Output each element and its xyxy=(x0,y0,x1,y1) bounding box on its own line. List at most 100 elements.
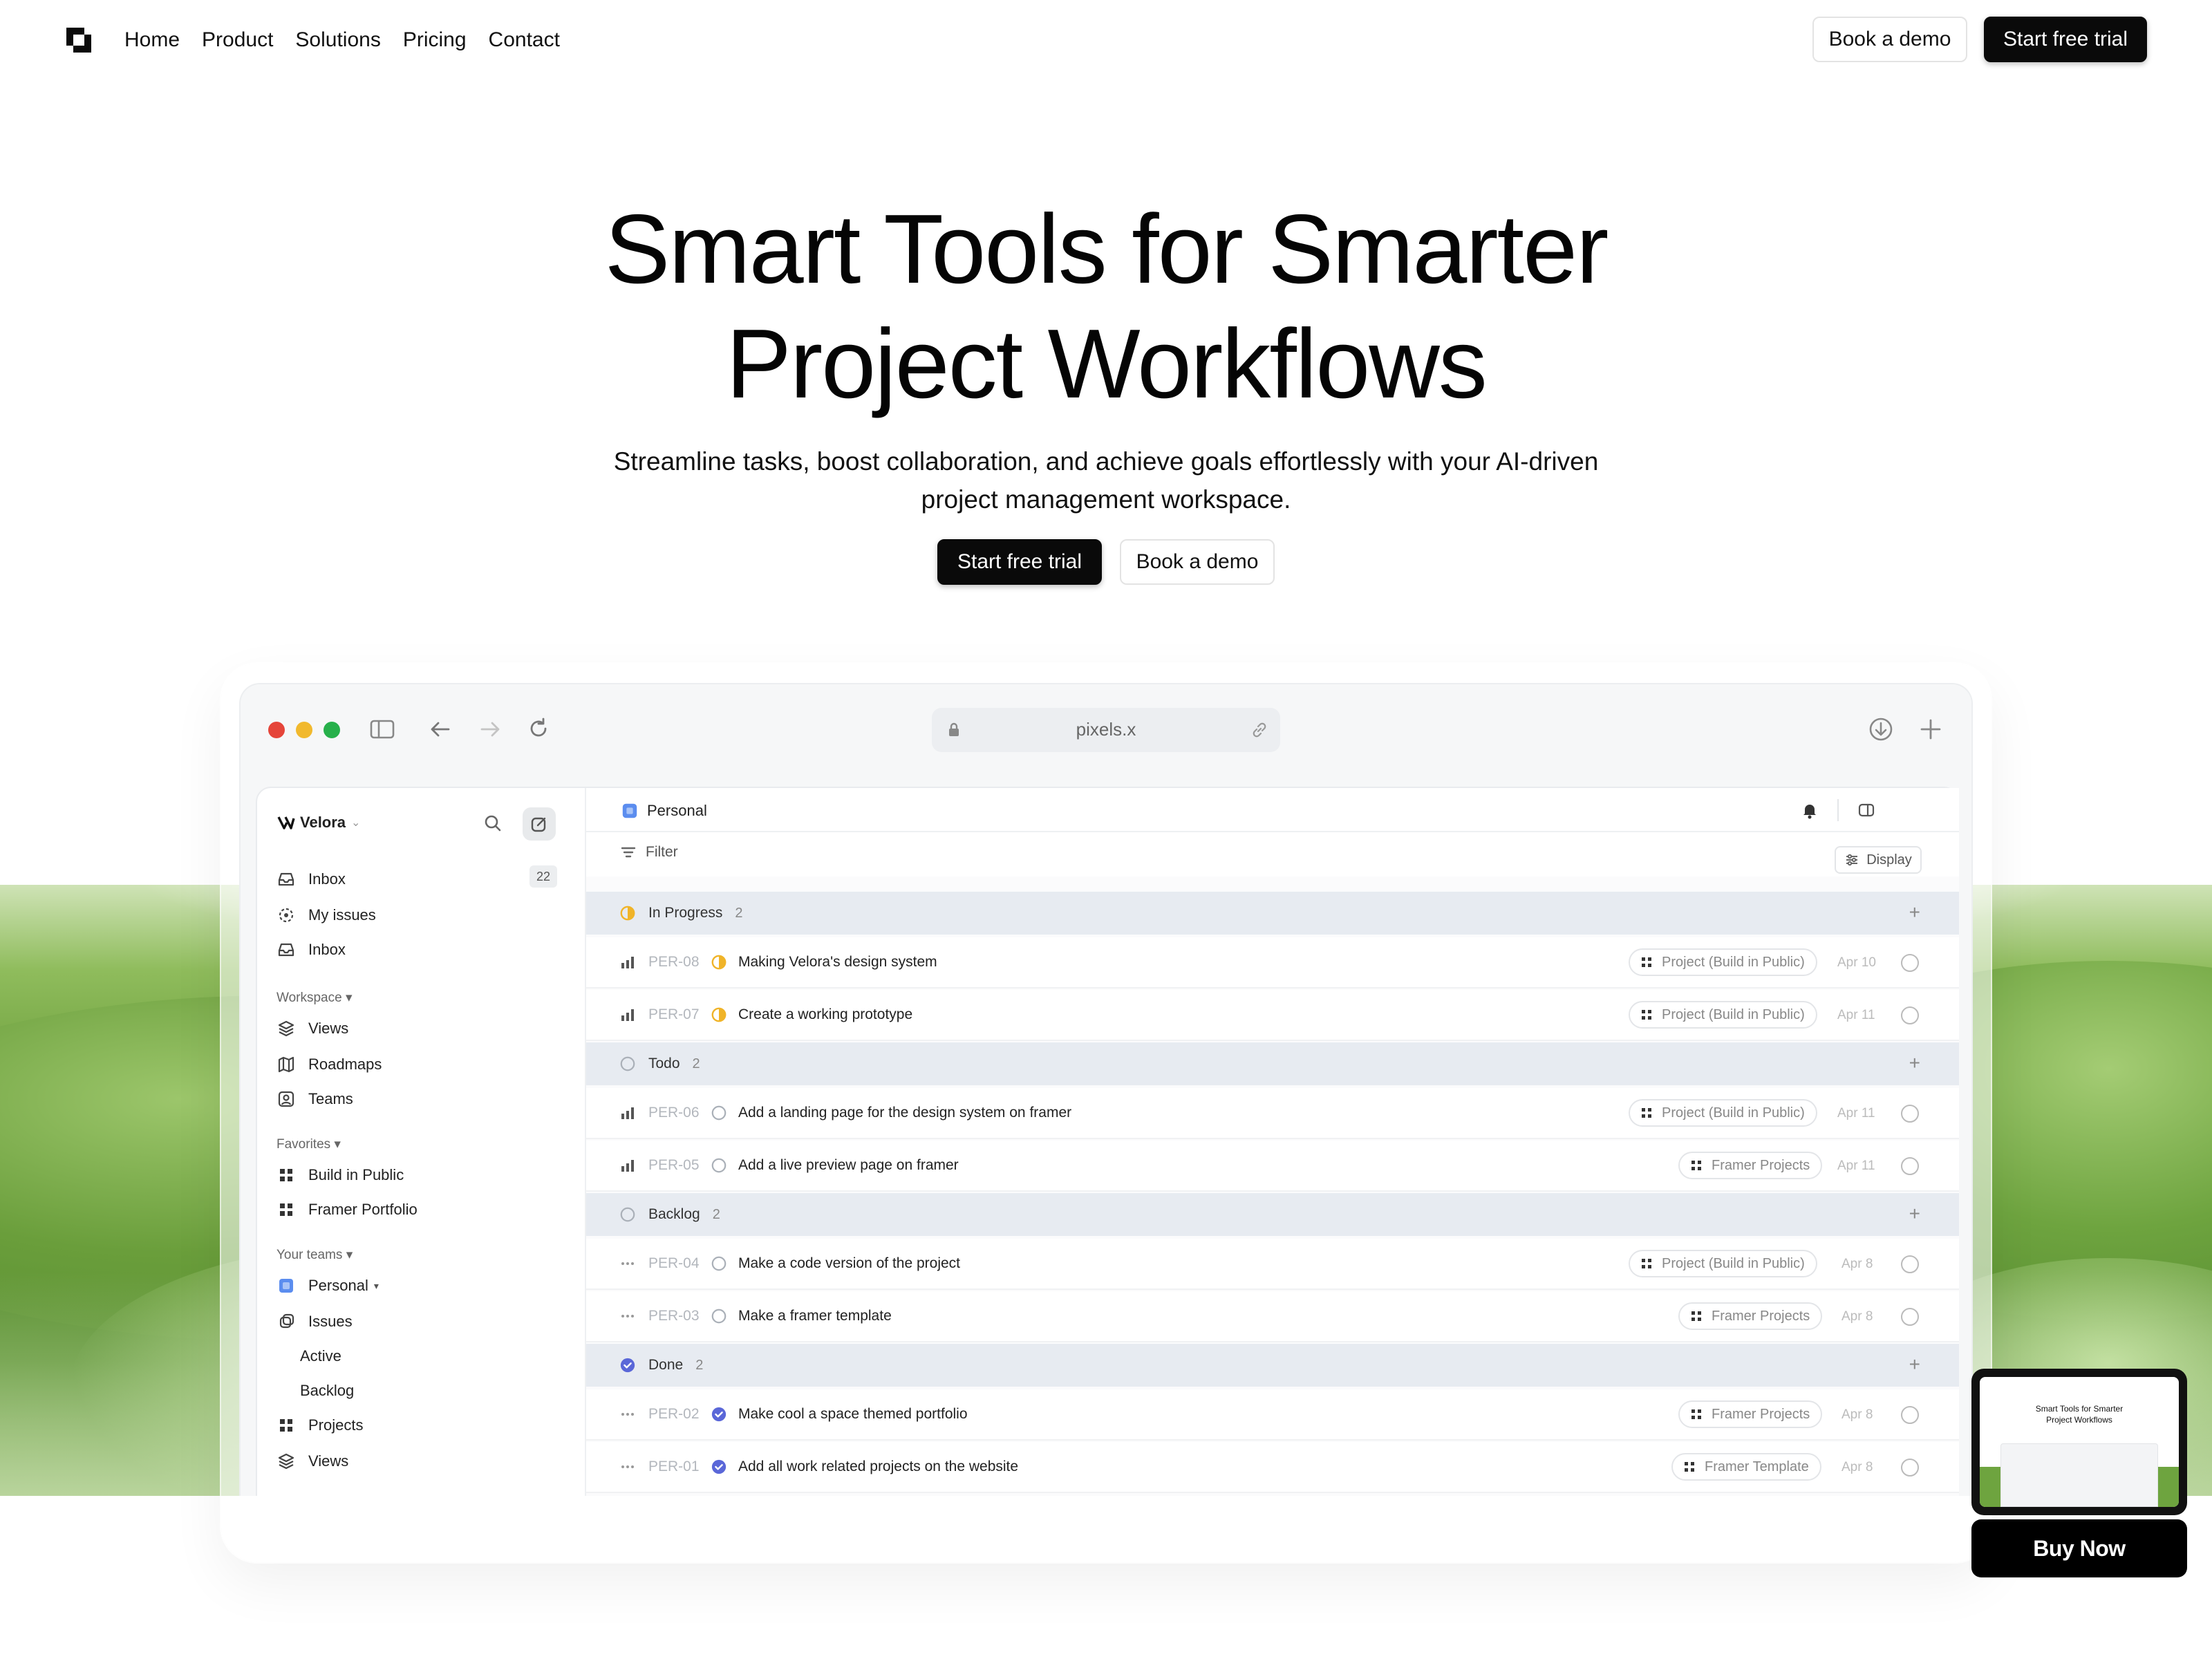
due-date: Apr 11 xyxy=(1837,1159,1875,1173)
project-tag[interactable]: Project (Build in Public) xyxy=(1629,1001,1817,1029)
assignee-avatar-icon[interactable] xyxy=(1901,1006,1919,1024)
done-status-icon[interactable] xyxy=(711,1459,727,1475)
in-progress-status-icon[interactable] xyxy=(711,954,727,971)
sidebar-item-label: Build in Public xyxy=(308,1166,404,1183)
group-header-done[interactable]: Done 2 + xyxy=(586,1344,1959,1387)
project-tag[interactable]: Framer Template xyxy=(1671,1453,1821,1481)
issue-row[interactable]: PER-02 Make cool a space themed portfolio… xyxy=(586,1389,1959,1441)
start-trial-button[interactable]: Start free trial xyxy=(1984,17,2147,62)
nav-link-product[interactable]: Product xyxy=(202,26,273,54)
sidebar-toggle-icon[interactable] xyxy=(368,715,397,744)
filter-button[interactable]: Filter xyxy=(619,843,678,861)
display-button[interactable]: Display xyxy=(1835,846,1922,874)
nav-link-contact[interactable]: Contact xyxy=(489,26,560,54)
issue-row[interactable]: PER-06 Add a landing page for the design … xyxy=(586,1088,1959,1139)
compose-button[interactable] xyxy=(523,807,556,841)
nav-link-solutions[interactable]: Solutions xyxy=(295,26,380,54)
brand-logo-icon[interactable] xyxy=(65,26,93,54)
panel-toggle-icon[interactable] xyxy=(1857,800,1876,820)
sidebar-item-build-in-public[interactable]: Build in Public xyxy=(276,1161,404,1189)
group-header-backlog[interactable]: Backlog 2 + xyxy=(586,1193,1959,1236)
project-tag[interactable]: Framer Projects xyxy=(1678,1152,1823,1179)
project-tag[interactable]: Project (Build in Public) xyxy=(1629,1099,1817,1127)
issue-row[interactable]: PER-01 Add all work related projects on t… xyxy=(586,1442,1959,1493)
project-tag[interactable]: Project (Build in Public) xyxy=(1629,1250,1817,1277)
assignee-avatar-icon[interactable] xyxy=(1901,1255,1919,1273)
template-preview-thumbnail[interactable]: Smart Tools for Smarter Project Workflow… xyxy=(1971,1369,2187,1515)
sidebar-item-backlog[interactable]: Backlog xyxy=(300,1377,354,1405)
assignee-avatar-icon[interactable] xyxy=(1901,1308,1919,1326)
in-progress-status-icon[interactable] xyxy=(711,1006,727,1023)
sidebar-item-my-issues[interactable]: My issues xyxy=(276,901,376,929)
sidebar-item-inbox[interactable]: Inbox xyxy=(276,865,346,893)
group-count: 2 xyxy=(712,1206,720,1222)
issue-row[interactable]: PER-03 Make a framer template Framer Proje… xyxy=(586,1291,1959,1342)
buy-now-button[interactable]: Buy Now xyxy=(1971,1519,2187,1577)
panel-title: Personal xyxy=(647,802,707,819)
issue-row[interactable]: PER-08 Making Velora's design system Proje… xyxy=(586,937,1959,988)
issue-row[interactable]: PER-04 Make a code version of the project… xyxy=(586,1239,1959,1290)
hero-title-line1: Smart Tools for Smarter xyxy=(604,194,1609,304)
search-icon[interactable] xyxy=(482,813,503,834)
new-tab-plus-icon[interactable] xyxy=(1916,715,1945,744)
priority-icon[interactable] xyxy=(619,1406,636,1423)
hero-start-trial-button[interactable]: Start free trial xyxy=(937,539,1102,585)
assignee-avatar-icon[interactable] xyxy=(1901,1105,1919,1123)
nav-link-pricing[interactable]: Pricing xyxy=(403,26,467,54)
priority-icon[interactable] xyxy=(619,1459,636,1475)
sidebar-item-projects[interactable]: Projects xyxy=(276,1412,363,1439)
priority-icon[interactable] xyxy=(619,1255,636,1272)
close-window-dot[interactable] xyxy=(268,722,285,738)
hero-book-demo-button[interactable]: Book a demo xyxy=(1120,539,1275,585)
book-demo-button[interactable]: Book a demo xyxy=(1812,17,1967,62)
sidebar-item-issues[interactable]: Issues xyxy=(276,1308,353,1335)
minimize-window-dot[interactable] xyxy=(296,722,312,738)
done-status-icon[interactable] xyxy=(711,1406,727,1423)
todo-status-icon[interactable] xyxy=(711,1157,727,1174)
priority-icon[interactable] xyxy=(619,1006,636,1023)
sidebar-team-personal[interactable]: Personal ▾ xyxy=(276,1272,379,1300)
add-issue-plus-icon[interactable]: + xyxy=(1909,903,1920,922)
priority-icon[interactable] xyxy=(619,1157,636,1174)
priority-icon[interactable] xyxy=(619,1308,636,1324)
forward-arrow-icon[interactable] xyxy=(476,715,505,744)
maximize-window-dot[interactable] xyxy=(324,722,340,738)
workspace-section-heading[interactable]: Workspace ▾ xyxy=(276,990,353,1006)
back-arrow-icon[interactable] xyxy=(426,715,455,744)
add-issue-plus-icon[interactable]: + xyxy=(1909,1204,1920,1224)
group-header-todo[interactable]: Todo 2 + xyxy=(586,1042,1959,1085)
project-tag[interactable]: Framer Projects xyxy=(1678,1400,1823,1428)
url-bar[interactable]: pixels.x xyxy=(932,708,1280,752)
add-issue-plus-icon[interactable]: + xyxy=(1909,1355,1920,1374)
link-icon[interactable] xyxy=(1250,720,1269,740)
assignee-avatar-icon[interactable] xyxy=(1901,1157,1919,1175)
todo-status-icon[interactable] xyxy=(711,1105,727,1121)
download-icon[interactable] xyxy=(1866,715,1895,744)
group-header-in-progress[interactable]: In Progress 2 + xyxy=(586,892,1959,935)
sidebar-item-framer-portfolio[interactable]: Framer Portfolio xyxy=(276,1196,418,1224)
issue-row[interactable]: PER-05 Add a live preview page on framer F… xyxy=(586,1141,1959,1192)
issue-row[interactable]: PER-07 Create a working prototype Project … xyxy=(586,990,1959,1041)
backlog-status-icon[interactable] xyxy=(711,1308,727,1324)
sidebar-item-teams[interactable]: Teams xyxy=(276,1085,353,1113)
assignee-avatar-icon[interactable] xyxy=(1901,954,1919,972)
priority-icon[interactable] xyxy=(619,954,636,971)
project-tag[interactable]: Framer Projects xyxy=(1678,1302,1823,1330)
your-teams-section-heading[interactable]: Your teams ▾ xyxy=(276,1247,353,1263)
backlog-status-icon[interactable] xyxy=(711,1255,727,1272)
nav-link-home[interactable]: Home xyxy=(124,26,180,54)
reload-icon[interactable] xyxy=(524,715,553,744)
assignee-avatar-icon[interactable] xyxy=(1901,1406,1919,1424)
assignee-avatar-icon[interactable] xyxy=(1901,1459,1919,1477)
sidebar-item-active[interactable]: Active xyxy=(300,1342,341,1370)
notification-bell-icon[interactable] xyxy=(1800,800,1819,820)
sidebar-item-inbox-2[interactable]: Inbox xyxy=(276,936,346,964)
workspace-switcher[interactable]: Velora ⌄ xyxy=(276,809,360,836)
sidebar-item-team-views[interactable]: Views xyxy=(276,1447,348,1475)
favorites-section-heading[interactable]: Favorites ▾ xyxy=(276,1136,341,1152)
sidebar-item-views[interactable]: Views xyxy=(276,1015,348,1042)
add-issue-plus-icon[interactable]: + xyxy=(1909,1053,1920,1073)
project-tag[interactable]: Project (Build in Public) xyxy=(1629,948,1817,976)
priority-icon[interactable] xyxy=(619,1105,636,1121)
sidebar-item-roadmaps[interactable]: Roadmaps xyxy=(276,1051,382,1078)
